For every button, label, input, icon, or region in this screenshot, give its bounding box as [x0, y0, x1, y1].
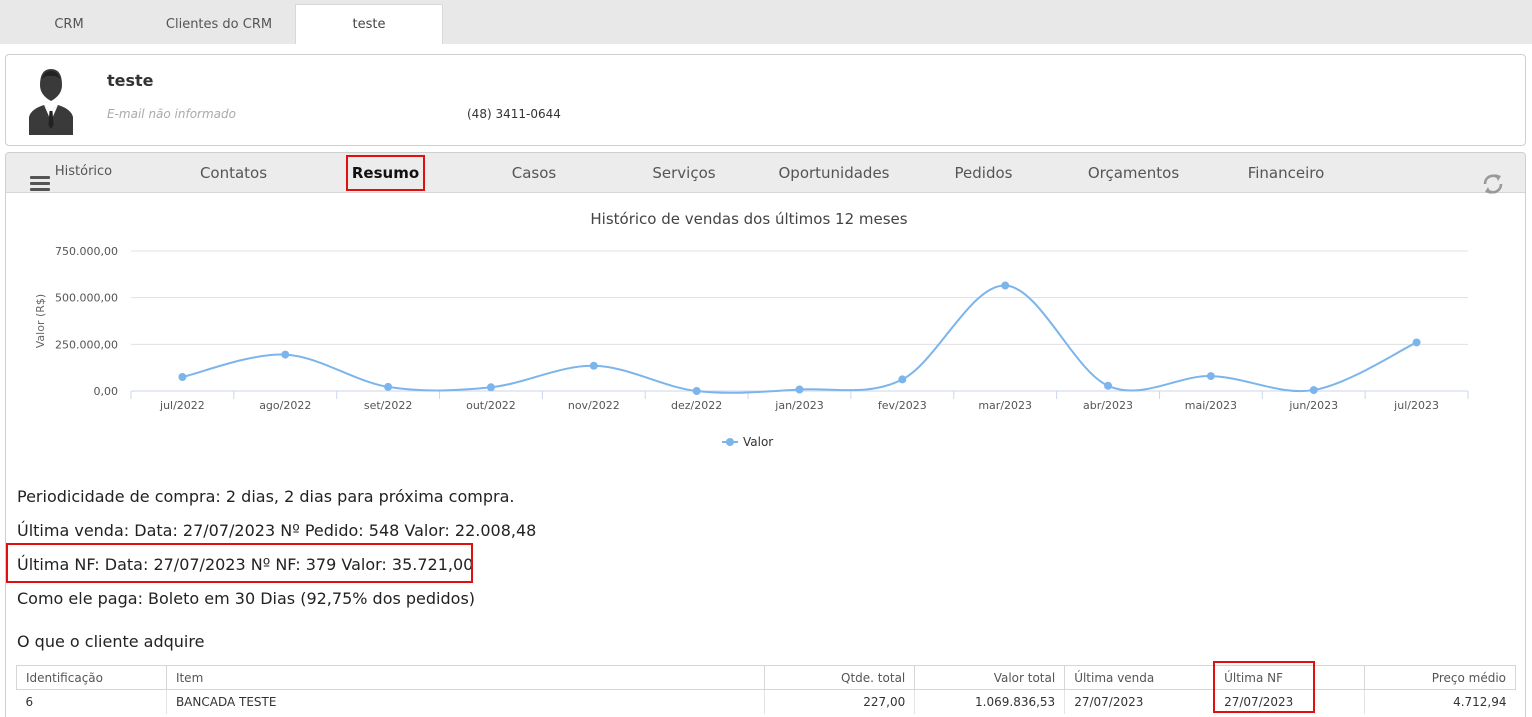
customer-profile-card: teste E-mail não informado (48) 3411-064… — [5, 54, 1526, 146]
customer-name: teste — [107, 71, 154, 90]
legend-item-valor[interactable]: Valor — [743, 435, 773, 449]
column-header-qtde-total[interactable]: Qtde. total — [764, 665, 916, 690]
tab-servicos[interactable]: Serviços — [634, 153, 734, 193]
tab-clientes-do-crm[interactable]: Clientes do CRM — [148, 4, 290, 44]
x-tick-label: fev/2023 — [878, 399, 927, 412]
payment-method-text: Como ele paga: Boleto em 30 Dias (92,75%… — [17, 589, 476, 608]
customer-detail-panel: Histórico Contatos Resumo Casos Serviços… — [5, 152, 1526, 717]
column-header-item[interactable]: Item — [165, 665, 766, 690]
last-sale-text: Última venda: Data: 27/07/2023 Nº Pedido… — [17, 521, 537, 540]
column-header-preco-medio[interactable]: Preço médio — [1364, 665, 1516, 690]
tab-oportunidades[interactable]: Oportunidades — [774, 153, 894, 193]
top-tab-bar: CRM Clientes do CRM teste — [0, 0, 1532, 44]
column-header-valor-total[interactable]: Valor total — [914, 665, 1066, 690]
data-point[interactable] — [898, 375, 907, 384]
data-point[interactable] — [1104, 381, 1113, 390]
purchase-frequency-text: Periodicidade de compra: 2 dias, 2 dias … — [17, 487, 515, 506]
data-point[interactable] — [795, 385, 804, 394]
data-point[interactable] — [1309, 386, 1318, 395]
section-title-purchases: O que o cliente adquire — [17, 632, 205, 651]
data-point[interactable] — [384, 382, 393, 391]
last-invoice-highlight — [6, 543, 473, 583]
x-tick-label: jul/2023 — [1393, 399, 1439, 412]
customer-phone: (48) 3411-0644 — [467, 107, 561, 121]
detail-tab-bar: Histórico Contatos Resumo Casos Serviços… — [6, 153, 1525, 193]
data-point[interactable] — [281, 350, 290, 359]
x-tick-label: out/2022 — [466, 399, 516, 412]
cell-identificacao: 6 — [25, 694, 34, 709]
y-axis-label: Valor (R$) — [34, 294, 47, 348]
x-tick-label: dez/2022 — [671, 399, 722, 412]
y-tick-label: 750.000,00 — [55, 245, 118, 258]
data-point[interactable] — [589, 361, 598, 370]
cell-ultima-venda: 27/07/2023 — [1064, 689, 1215, 714]
tab-resumo[interactable]: Resumo — [346, 155, 425, 191]
chart-menu-button[interactable] — [30, 176, 50, 192]
x-tick-label: mai/2023 — [1185, 399, 1237, 412]
cell-valor-total: 1.069.836,53 — [914, 689, 1065, 714]
x-tick-label: jan/2023 — [774, 399, 823, 412]
x-tick-label: set/2022 — [364, 399, 413, 412]
x-tick-label: abr/2023 — [1083, 399, 1133, 412]
customer-email: E-mail não informado — [107, 107, 236, 121]
sales-history-chart: Histórico de vendas dos últimos 12 meses… — [34, 210, 1469, 449]
tab-teste[interactable]: teste — [295, 4, 443, 44]
data-point[interactable] — [178, 373, 187, 381]
chart-title: Histórico de vendas dos últimos 12 meses — [590, 210, 907, 228]
tab-financeiro[interactable]: Financeiro — [1231, 153, 1341, 193]
series-line-valor — [182, 284, 1418, 394]
y-tick-label: 500.000,00 — [55, 292, 118, 305]
tab-contatos[interactable]: Contatos — [186, 153, 281, 193]
tab-pedidos[interactable]: Pedidos — [936, 153, 1031, 193]
data-point[interactable] — [1412, 338, 1421, 347]
tab-orcamentos[interactable]: Orçamentos — [1076, 153, 1191, 193]
ultima-nf-column-highlight — [1213, 661, 1315, 713]
chart-legend[interactable]: Valor — [722, 435, 773, 449]
x-tick-label: mar/2023 — [978, 399, 1032, 412]
tab-historico[interactable]: Histórico — [46, 153, 121, 191]
x-tick-label: jul/2022 — [159, 399, 205, 412]
legend-marker — [726, 438, 734, 446]
column-header-ultima-venda[interactable]: Última venda — [1064, 665, 1216, 690]
cell-item: BANCADA TESTE — [165, 689, 765, 714]
x-tick-label: ago/2022 — [259, 399, 311, 412]
user-avatar-icon — [29, 69, 73, 135]
y-tick-label: 250.000,00 — [55, 338, 118, 351]
column-header-identificacao[interactable]: Identificação — [16, 665, 167, 690]
data-point[interactable] — [486, 383, 495, 392]
cell-preco-medio: 4.712,94 — [1364, 689, 1516, 714]
tab-crm[interactable]: CRM — [0, 4, 138, 44]
y-tick-label: 0,00 — [94, 385, 119, 398]
data-point[interactable] — [692, 387, 701, 395]
x-tick-label: nov/2022 — [568, 399, 620, 412]
tab-casos[interactable]: Casos — [494, 153, 574, 193]
cell-qtde-total: 227,00 — [764, 689, 915, 714]
x-tick-label: jun/2023 — [1288, 399, 1338, 412]
data-point[interactable] — [1206, 372, 1215, 381]
data-point[interactable] — [1001, 281, 1010, 290]
